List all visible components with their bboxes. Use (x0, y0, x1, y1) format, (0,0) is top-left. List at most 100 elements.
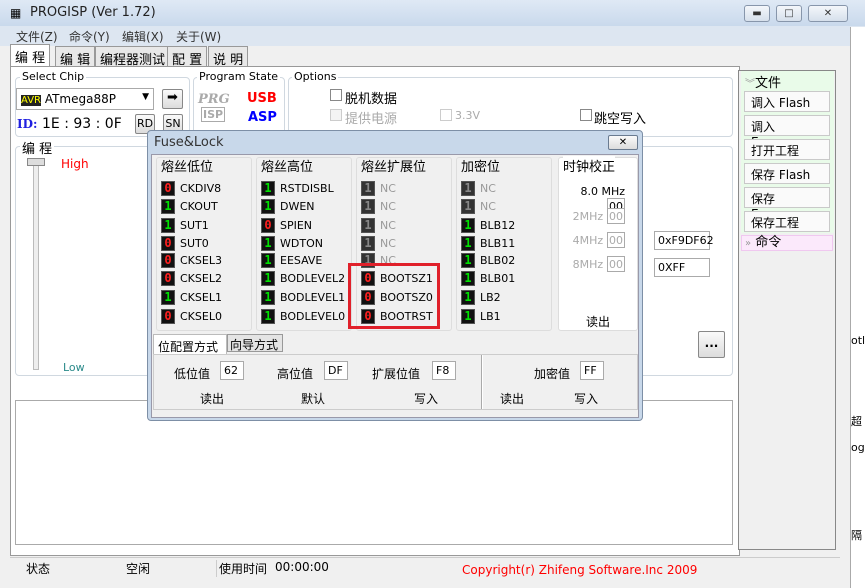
fuse-bit-cksel0[interactable]: 0 CKSEL0 (161, 308, 222, 324)
clock-value-field[interactable]: 00 (607, 232, 625, 248)
fuse-write-button[interactable]: 写入 (414, 390, 438, 407)
offline-checkbox[interactable] (330, 89, 342, 101)
tab-config[interactable]: 配 置 (167, 46, 208, 68)
bit-toggle[interactable]: 0 (161, 235, 175, 251)
menu-edit[interactable]: 编辑(X) (122, 28, 164, 45)
bit-toggle[interactable]: 1 (361, 180, 375, 196)
bit-toggle[interactable]: 0 (161, 308, 175, 324)
fuse-bit-nc[interactable]: 1 NC (361, 217, 396, 233)
speed-slider-thumb[interactable] (27, 158, 45, 166)
bit-toggle[interactable]: 1 (361, 217, 375, 233)
fuse-default-button[interactable]: 默认 (301, 390, 325, 407)
fuse-bit-spien[interactable]: 0 SPIEN (261, 217, 312, 233)
fuse-read-button[interactable]: 读出 (200, 390, 224, 407)
fuse-bit-nc[interactable]: 1 NC (361, 180, 396, 196)
bit-toggle[interactable]: 0 (161, 180, 175, 196)
bit-toggle[interactable]: 0 (161, 270, 175, 286)
bit-toggle[interactable]: 1 (461, 308, 475, 324)
fuse-bit-ckdiv8[interactable]: 0 CKDIV8 (161, 180, 221, 196)
high-value-field[interactable]: DF (324, 361, 348, 380)
clock-value-field[interactable]: 00 (607, 208, 625, 224)
lock-write-button[interactable]: 写入 (574, 390, 598, 407)
bit-toggle[interactable]: 1 (461, 198, 475, 214)
fuse-bit-wdton[interactable]: 1 WDTON (261, 235, 323, 251)
save-project-button[interactable]: 保存工程 (744, 211, 830, 232)
bit-toggle[interactable]: 1 (461, 180, 475, 196)
bit-toggle[interactable]: 1 (461, 289, 475, 305)
fuse-bit-cksel2[interactable]: 0 CKSEL2 (161, 270, 222, 286)
fuse-bit-cksel1[interactable]: 1 CKSEL1 (161, 289, 222, 305)
skip-checkbox[interactable] (580, 109, 592, 121)
bit-toggle[interactable]: 1 (261, 270, 275, 286)
fuse-bit-bodlevel1[interactable]: 1 BODLEVEL1 (261, 289, 345, 305)
fuse-bit-blb01[interactable]: 1 BLB01 (461, 270, 515, 286)
fuse-bit-sut1[interactable]: 1 SUT1 (161, 217, 209, 233)
bit-toggle[interactable]: 1 (461, 217, 475, 233)
fuse-bit-bodlevel2[interactable]: 1 BODLEVEL2 (261, 270, 345, 286)
save-flash-button[interactable]: 保存 Flash (744, 163, 830, 184)
tab-programmer-test[interactable]: 编程器测试 (95, 46, 171, 68)
maximize-button[interactable]: □ (776, 5, 802, 22)
bit-toggle[interactable]: 1 (461, 270, 475, 286)
dialog-close-button[interactable]: ✕ (608, 135, 638, 150)
bit-toggle[interactable]: 1 (361, 235, 375, 251)
ext-value-field[interactable]: F8 (432, 361, 456, 380)
bit-toggle[interactable]: 1 (161, 217, 175, 233)
arrow-right-icon[interactable]: ➡ (162, 89, 183, 109)
close-button[interactable]: ✕ (808, 5, 848, 22)
subtab-wizard[interactable]: 向导方式 (227, 334, 283, 352)
bit-toggle[interactable]: 1 (261, 308, 275, 324)
subtab-bit-config[interactable]: 位配置方式 (153, 334, 227, 354)
save-eeprom-button[interactable]: 保存 Eeprom (744, 187, 830, 221)
bit-toggle[interactable]: 1 (461, 252, 475, 268)
bit-toggle[interactable]: 1 (161, 198, 175, 214)
voltage-radio[interactable] (440, 109, 452, 121)
clock-value-field[interactable]: 00 (607, 256, 625, 272)
fuse-bit-ckout[interactable]: 1 CKOUT (161, 198, 218, 214)
open-project-button[interactable]: 打开工程 (744, 139, 830, 160)
bit-toggle[interactable]: 1 (261, 180, 275, 196)
tab-help[interactable]: 说 明 (208, 46, 249, 68)
fuse-bit-nc[interactable]: 1 NC (461, 198, 496, 214)
clock-read-button[interactable]: 读出 (586, 313, 610, 330)
lock-value-field[interactable]: FF (580, 361, 604, 380)
tab-edit[interactable]: 编 辑 (55, 46, 96, 68)
fuse-bit-sut0[interactable]: 0 SUT0 (161, 235, 209, 251)
more-button[interactable]: ... (698, 331, 725, 358)
bit-toggle[interactable]: 1 (361, 198, 375, 214)
file-section-header[interactable]: ︾文件 (745, 72, 781, 91)
fuse-bit-dwen[interactable]: 1 DWEN (261, 198, 315, 214)
fuse-bit-nc[interactable]: 1 NC (361, 198, 396, 214)
lock-read-button[interactable]: 读出 (500, 390, 524, 407)
fuse-bit-lb1[interactable]: 1 LB1 (461, 308, 501, 324)
fuse-bit-blb12[interactable]: 1 BLB12 (461, 217, 515, 233)
fuse-bit-nc[interactable]: 1 NC (461, 180, 496, 196)
fuse-bit-bodlevel0[interactable]: 1 BODLEVEL0 (261, 308, 345, 324)
fuse-value-field[interactable]: 0xF9DF62 (654, 231, 714, 250)
fuse-bit-rstdisbl[interactable]: 1 RSTDISBL (261, 180, 334, 196)
fuse-bit-eesave[interactable]: 1 EESAVE (261, 252, 322, 268)
fuse-bit-blb02[interactable]: 1 BLB02 (461, 252, 515, 268)
low-value-field[interactable]: 62 (220, 361, 244, 380)
minimize-button[interactable]: ▬ (744, 5, 770, 22)
command-section-header[interactable]: » 命令 (741, 235, 833, 251)
bit-toggle[interactable]: 1 (261, 198, 275, 214)
menu-command[interactable]: 命令(Y) (69, 28, 110, 45)
tab-program[interactable]: 编 程 (10, 44, 51, 66)
bit-toggle[interactable]: 1 (261, 235, 275, 251)
bit-toggle[interactable]: 0 (161, 252, 175, 268)
load-eeprom-button[interactable]: 调入 Eeprom (744, 115, 830, 149)
menu-about[interactable]: 关于(W) (176, 28, 221, 45)
menu-file[interactable]: 文件(Z) (16, 28, 58, 45)
fuse-bit-nc[interactable]: 1 NC (361, 235, 396, 251)
bit-toggle[interactable]: 1 (261, 252, 275, 268)
fuse-bit-lb2[interactable]: 1 LB2 (461, 289, 501, 305)
fuse-bit-cksel3[interactable]: 0 CKSEL3 (161, 252, 222, 268)
load-flash-button[interactable]: 调入 Flash (744, 91, 830, 112)
fuse-bit-blb11[interactable]: 1 BLB11 (461, 235, 515, 251)
lock-value-field[interactable]: 0XFF (654, 258, 710, 277)
bit-toggle[interactable]: 1 (161, 289, 175, 305)
bit-toggle[interactable]: 0 (261, 217, 275, 233)
bit-toggle[interactable]: 1 (261, 289, 275, 305)
speed-slider-track[interactable] (33, 160, 39, 370)
